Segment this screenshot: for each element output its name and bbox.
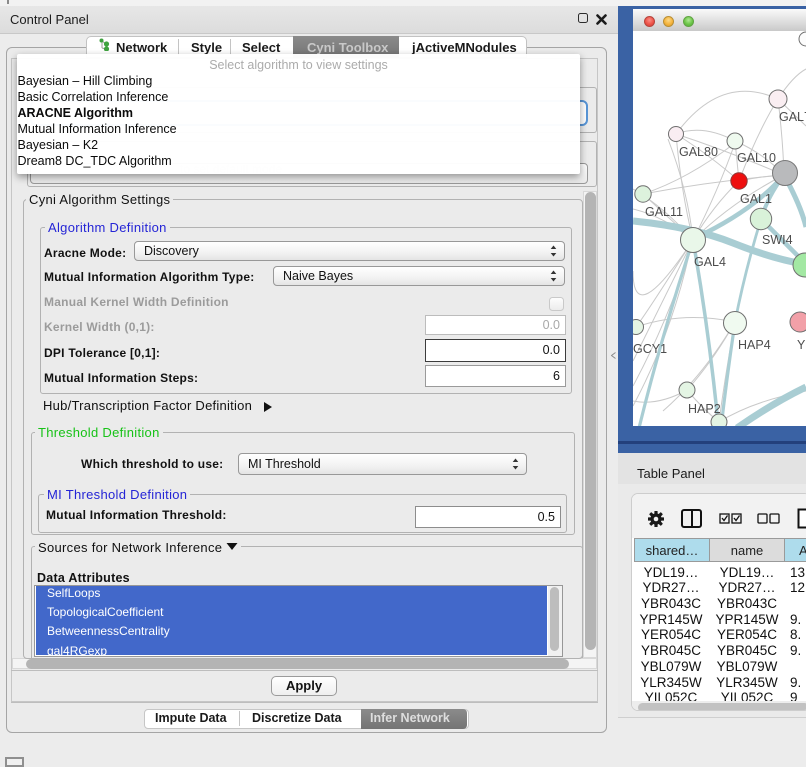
svg-text:GAL4: GAL4 [694,255,726,269]
svg-text:SWI4: SWI4 [762,233,793,247]
svg-text:Y: Y [797,338,806,352]
svg-text:GAL1: GAL1 [740,192,772,206]
svg-text:HAP2: HAP2 [688,402,721,416]
svg-text:GAL10: GAL10 [737,151,776,165]
svg-text:GCY1: GCY1 [633,342,667,356]
svg-text:GAL11: GAL11 [645,205,683,219]
svg-text:GAL7: GAL7 [779,110,806,124]
svg-text:GAL80: GAL80 [679,145,718,159]
svg-text:HAP4: HAP4 [738,338,771,352]
